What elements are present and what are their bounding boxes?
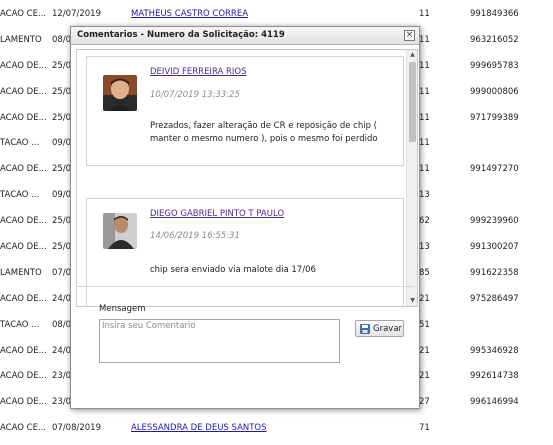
request-type-cell: LAMENTO <box>0 267 42 278</box>
request-type-cell: TACAO ... <box>0 190 40 201</box>
avatar <box>103 75 137 111</box>
area-code-cell: 11 <box>419 34 430 45</box>
area-code-cell: 85 <box>419 267 430 278</box>
request-type-cell: ACAO DE... <box>0 371 47 382</box>
request-type-cell: TACAO ... <box>0 138 40 149</box>
requester-name-link[interactable]: MATHEUS CASTRO CORREA <box>131 9 248 19</box>
requester-name-link[interactable]: ALESSANDRA DE DEUS SANTOS <box>131 423 267 433</box>
table-row: ACAO CE... 07/08/2019 ALESSANDRA DE DEUS S… <box>0 419 553 445</box>
phone-number-cell: 999695783 <box>470 60 519 71</box>
close-icon[interactable]: × <box>404 30 415 41</box>
phone-number-cell: 999000806 <box>470 86 519 97</box>
date-cell: 25/0 <box>52 60 72 71</box>
request-type-cell: ACAO DE... <box>0 164 47 175</box>
area-code-cell: 21 <box>419 293 430 304</box>
date-cell: 07/08/2019 <box>52 423 101 434</box>
area-code-cell: 13 <box>419 190 430 201</box>
area-code-cell: 62 <box>419 216 430 227</box>
scroll-up-icon[interactable]: ▲ <box>407 50 417 60</box>
save-icon <box>360 324 370 334</box>
phone-number-cell: 996146994 <box>470 397 519 408</box>
comment-date: 14/06/2019 16:55:31 <box>150 231 240 241</box>
comments-panel: DEIVID FERREIRA RIOS 10/07/2019 13:33:25… <box>76 49 418 307</box>
request-type-cell: ACAO CE... <box>0 423 47 434</box>
date-cell: 25/0 <box>52 164 72 175</box>
message-label: Mensagem <box>99 304 146 314</box>
area-code-cell: 21 <box>419 345 430 356</box>
date-cell: 09/0 <box>52 190 72 201</box>
request-type-cell: LAMENTO <box>0 34 42 45</box>
request-type-cell: ACAO DE... <box>0 112 47 123</box>
date-cell: 24/0 <box>52 345 72 356</box>
area-code-cell: 11 <box>419 86 430 97</box>
area-code-cell: 27 <box>419 397 430 408</box>
comment-date: 10/07/2019 13:33:25 <box>150 90 240 100</box>
date-cell: 09/0 <box>52 138 72 149</box>
comment-card: DIEGO GABRIEL PINTO T PAULO 14/06/2019 1… <box>86 198 404 306</box>
phone-number-cell: 992614738 <box>470 371 519 382</box>
phone-number-cell: 991622358 <box>470 267 519 278</box>
comment-text: Prezados, fazer alteração de CR e reposi… <box>150 121 378 144</box>
scroll-down-icon[interactable]: ▼ <box>407 296 417 306</box>
area-code-cell: 11 <box>419 112 430 123</box>
request-type-cell: ACAO DE... <box>0 345 47 356</box>
comment-text: chip sera enviado via malote dia 17/06 <box>150 265 316 275</box>
phone-number-cell: 995346928 <box>470 345 519 356</box>
save-button[interactable]: Gravar <box>355 320 404 337</box>
request-type-cell: TACAO ... <box>0 319 40 330</box>
date-cell: 25/0 <box>52 112 72 123</box>
avatar <box>103 213 137 249</box>
request-type-cell: ACAO CE... <box>0 9 47 19</box>
date-cell: 07/0 <box>52 267 72 278</box>
phone-number-cell: 991497270 <box>470 164 519 175</box>
scroll-thumb[interactable] <box>409 62 416 142</box>
divider <box>76 286 414 287</box>
area-code-cell: 11 <box>419 60 430 71</box>
comment-input[interactable] <box>99 319 340 363</box>
date-cell: 08/0 <box>52 34 72 45</box>
phone-number-cell: 975286497 <box>470 293 519 304</box>
dialog-titlebar[interactable]: Comentarios - Numero da Solicitação: 411… <box>71 27 419 45</box>
area-code-cell: 11 <box>419 138 430 149</box>
date-cell: 24/0 <box>52 293 72 304</box>
scrollbar[interactable]: ▲ ▼ <box>406 50 417 306</box>
request-type-cell: ACAO DE... <box>0 60 47 71</box>
phone-number-cell: 991849366 <box>470 9 519 19</box>
request-type-cell: ACAO DE... <box>0 397 47 408</box>
save-button-label: Gravar <box>373 324 403 334</box>
date-cell: 25/0 <box>52 86 72 97</box>
phone-number-cell: 999239960 <box>470 216 519 227</box>
area-code-cell: 11 <box>419 164 430 175</box>
area-code-cell: 21 <box>419 371 430 382</box>
date-cell: 23/0 <box>52 371 72 382</box>
comment-card: DEIVID FERREIRA RIOS 10/07/2019 13:33:25… <box>86 56 404 166</box>
area-code-cell: 13 <box>419 242 430 253</box>
dialog-title: Comentarios - Numero da Solicitação: 411… <box>77 30 285 40</box>
comment-author-link[interactable]: DIEGO GABRIEL PINTO T PAULO <box>150 209 284 219</box>
request-type-cell: ACAO DE... <box>0 242 47 253</box>
request-type-cell: ACAO DE... <box>0 293 47 304</box>
request-type-cell: ACAO DE... <box>0 86 47 97</box>
date-cell: 25/0 <box>52 216 72 227</box>
phone-number-cell: 963216052 <box>470 34 519 45</box>
date-cell: 12/07/2019 <box>52 9 101 19</box>
phone-number-cell: 991300207 <box>470 242 519 253</box>
area-code-cell: 71 <box>419 423 430 434</box>
comment-author-link[interactable]: DEIVID FERREIRA RIOS <box>150 67 247 77</box>
request-type-cell: ACAO DE... <box>0 216 47 227</box>
date-cell: 25/0 <box>52 242 72 253</box>
area-code-cell: 11 <box>419 9 430 19</box>
area-code-cell: 51 <box>419 319 430 330</box>
date-cell: 08/0 <box>52 319 72 330</box>
comments-dialog: Comentarios - Numero da Solicitação: 411… <box>70 26 420 409</box>
phone-number-cell: 971799389 <box>470 112 519 123</box>
